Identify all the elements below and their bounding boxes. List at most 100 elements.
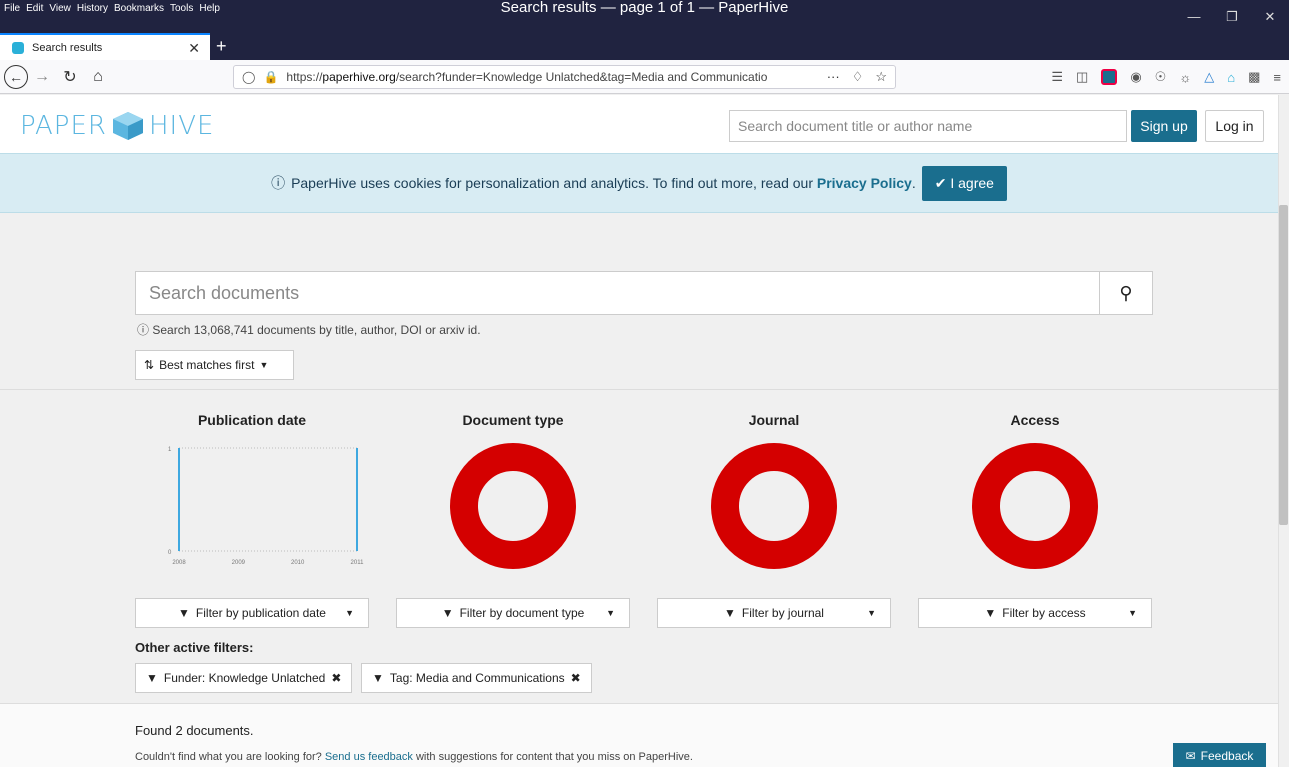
chip-funder[interactable]: ▼ Funder: Knowledge Unlatched ✖: [135, 663, 353, 693]
restore-icon[interactable]: ❐: [1213, 0, 1251, 33]
y-tick-label: 0: [168, 550, 172, 556]
logo-text-right: HIVE: [148, 111, 215, 141]
minimize-icon[interactable]: —: [1175, 0, 1213, 33]
shield-icon[interactable]: ◯: [242, 70, 255, 84]
forward-arrow-icon[interactable]: →: [28, 63, 56, 91]
extension-gray-icon[interactable]: ◉: [1130, 69, 1141, 85]
feedback-button[interactable]: ✉ Feedback: [1173, 743, 1266, 767]
facet-title-publication-date: Publication date: [197, 412, 307, 428]
extension-circle-icon[interactable]: ☉: [1155, 69, 1167, 85]
extension-red-icon[interactable]: [1101, 69, 1118, 85]
log-in-button[interactable]: Log in: [1205, 110, 1264, 142]
extensions-puzzle-icon[interactable]: ▩: [1248, 69, 1260, 85]
toolbar-icons: ☰ ◫ ◉ ☉ ☼ △ ⌂ ▩ ≡: [1051, 65, 1281, 89]
caret-down-icon: ▼: [867, 608, 876, 618]
journal-donut[interactable]: [711, 443, 837, 569]
other-active-filters-label: Other active filters:: [135, 640, 254, 655]
feedback-label: Feedback: [1200, 749, 1254, 763]
page-actions-icon[interactable]: ···: [827, 69, 840, 85]
url-bar[interactable]: ◯ 🔒 https://paperhive.org/search?funder=…: [233, 65, 896, 89]
header-search-input[interactable]: Search document title or author name: [729, 110, 1127, 142]
close-tab-icon[interactable]: ✕: [188, 40, 200, 57]
filter-label: Filter by journal: [741, 606, 824, 620]
search-button[interactable]: ⚲: [1099, 272, 1152, 314]
menu-file[interactable]: File: [4, 3, 20, 14]
reload-icon[interactable]: ↻: [56, 63, 84, 91]
filter-access-dropdown[interactable]: ▼ Filter by access ▼: [918, 598, 1152, 628]
document-type-donut[interactable]: [450, 443, 576, 569]
tab-search-results[interactable]: Search results ✕: [0, 33, 210, 60]
access-donut[interactable]: [972, 443, 1098, 569]
filter-document-type-dropdown[interactable]: ▼ Filter by document type ▼: [396, 598, 630, 628]
caret-down-icon: ▼: [1128, 608, 1137, 618]
close-window-icon[interactable]: ✕: [1251, 0, 1289, 33]
home-icon[interactable]: ⌂: [84, 63, 112, 91]
page-scrollbar[interactable]: [1278, 95, 1289, 767]
hexagon-logo-icon: [112, 112, 143, 140]
results-count: Found 2 documents.: [135, 723, 254, 738]
pocket-icon[interactable]: ♢: [852, 69, 864, 85]
chip-tag[interactable]: ▼ Tag: Media and Communications ✖: [361, 663, 592, 693]
envelope-icon: ✉: [1185, 749, 1196, 763]
menu-help[interactable]: Help: [199, 3, 220, 14]
sort-label: Best matches first: [159, 358, 255, 372]
extension-house-icon[interactable]: ⌂: [1227, 70, 1235, 85]
cookie-text: PaperHive uses cookies for personalizati…: [291, 175, 813, 191]
info-icon: ⓘ: [137, 323, 150, 337]
histogram-bar: [178, 448, 180, 551]
url-domain: paperhive.org: [322, 70, 396, 84]
filter-icon: ▼: [724, 606, 736, 620]
filter-icon: ▼: [984, 606, 997, 620]
document-search-input[interactable]: Search documents: [136, 272, 1099, 314]
filter-publication-date-dropdown[interactable]: ▼ Filter by publication date ▼: [135, 598, 369, 628]
window-controls: — ❐ ✕: [1175, 0, 1289, 33]
chip-label: Tag: Media and Communications: [389, 671, 565, 685]
sort-dropdown[interactable]: ⇅ Best matches first ▼: [135, 350, 294, 380]
hamburger-menu-icon[interactable]: ≡: [1273, 70, 1281, 85]
histogram-bar: [356, 448, 358, 551]
sidebar-icon[interactable]: ◫: [1076, 69, 1088, 85]
new-tab-plus-icon[interactable]: +: [216, 36, 227, 57]
filter-icon: ▼: [146, 671, 158, 685]
menu-tools[interactable]: Tools: [170, 3, 193, 14]
cookie-banner: ⓘ PaperHive uses cookies for personaliza…: [0, 153, 1278, 213]
donut-ring: [972, 443, 1098, 569]
cookie-period: .: [911, 175, 916, 191]
divider: [0, 389, 1278, 390]
filter-icon: ▼: [372, 671, 384, 685]
feedback-hint-suffix: with suggestions for content that you mi…: [415, 751, 693, 763]
menu-edit[interactable]: Edit: [26, 3, 43, 14]
chip-label: Funder: Knowledge Unlatched: [163, 671, 326, 685]
extension-globe-icon[interactable]: ☼: [1179, 70, 1191, 85]
tab-title: Search results: [32, 41, 103, 54]
agree-button[interactable]: ✔ I agree: [921, 165, 1007, 201]
send-feedback-link[interactable]: Send us feedback: [325, 751, 413, 763]
scrollbar-thumb[interactable]: [1279, 205, 1288, 525]
extension-triangle-icon[interactable]: △: [1204, 69, 1214, 85]
filter-journal-dropdown[interactable]: ▼ Filter by journal ▼: [657, 598, 891, 628]
caret-down-icon: ▼: [345, 608, 354, 618]
facet-title-journal: Journal: [748, 412, 800, 428]
site-header: PAPER HIVE Search document title or auth…: [0, 95, 1278, 153]
remove-icon[interactable]: ✖: [571, 671, 581, 685]
remove-icon[interactable]: ✖: [331, 671, 341, 685]
bookmark-star-icon[interactable]: ☆: [875, 69, 887, 85]
sign-up-button[interactable]: Sign up: [1131, 110, 1197, 142]
menu-view[interactable]: View: [49, 3, 71, 14]
window-titlebar: Search results — page 1 of 1 — PaperHive…: [0, 0, 1289, 33]
caret-down-icon: ▼: [259, 360, 269, 370]
filter-label: Filter by document type: [459, 606, 585, 620]
lock-icon[interactable]: 🔒: [263, 70, 278, 84]
logo-text-left: PAPER: [20, 111, 107, 141]
x-tick-label: 2011: [351, 560, 365, 566]
library-icon[interactable]: ☰: [1051, 69, 1063, 85]
url-path: /search?funder=Knowledge Unlatched&tag=M…: [395, 70, 768, 84]
menu-history[interactable]: History: [77, 3, 108, 14]
menu-bookmarks[interactable]: Bookmarks: [114, 3, 164, 14]
back-arrow-icon[interactable]: ←: [4, 64, 28, 89]
search-hint: ⓘ Search 13,068,741 documents by title, …: [137, 321, 481, 338]
privacy-policy-link[interactable]: Privacy Policy: [817, 175, 912, 191]
facet-title-document-type: Document type: [462, 412, 564, 428]
donut-ring: [450, 443, 576, 569]
paperhive-logo[interactable]: PAPER HIVE: [20, 111, 214, 141]
